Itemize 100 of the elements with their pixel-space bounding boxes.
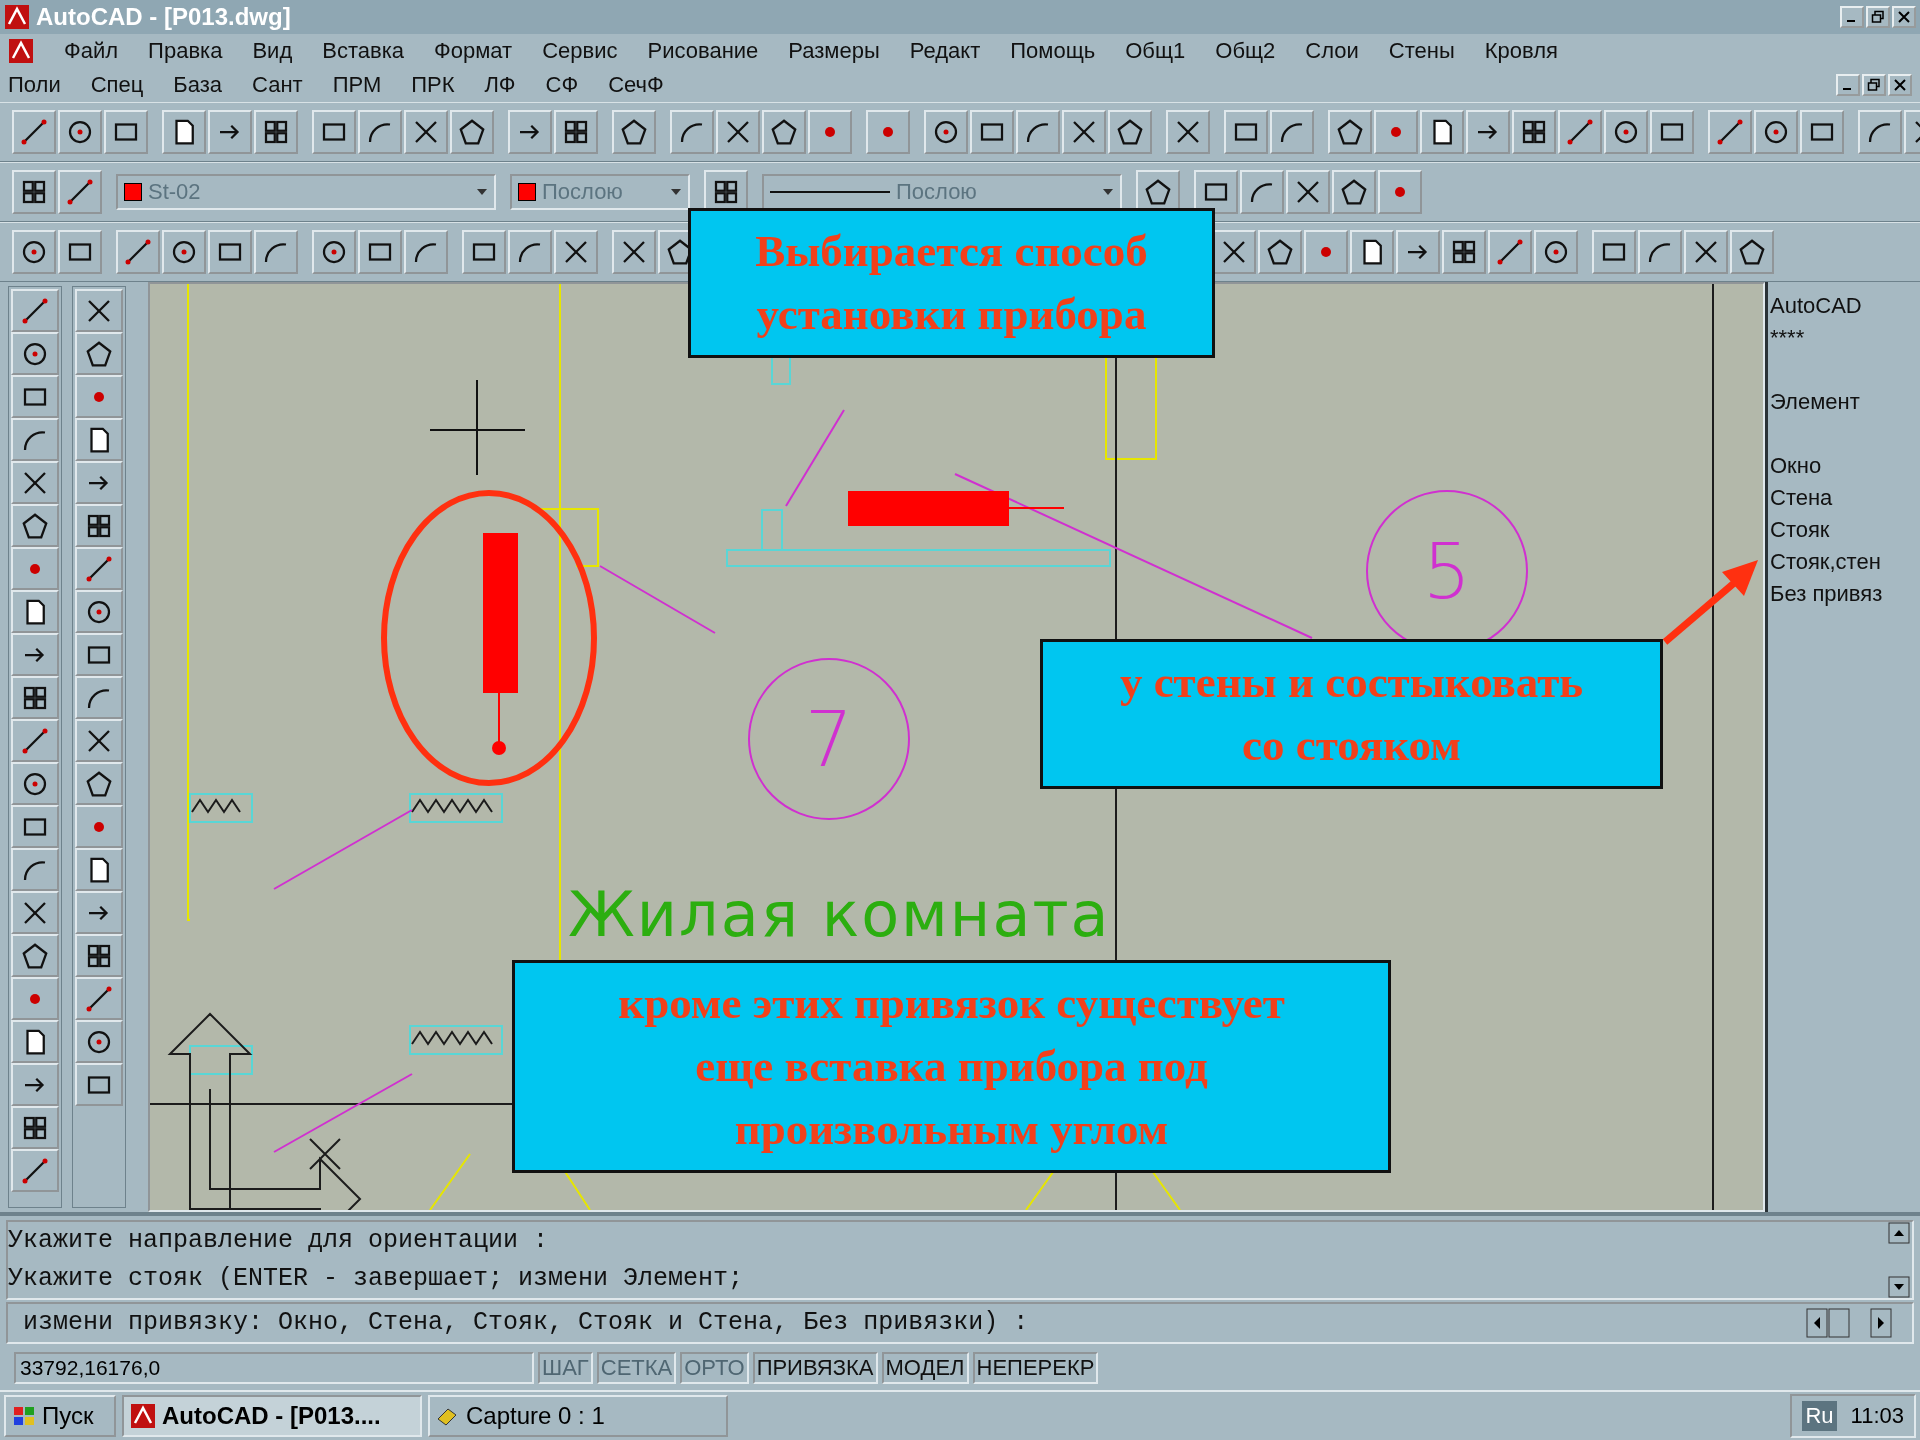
toolbar-button[interactable] (12, 230, 56, 274)
toolbar-button[interactable] (924, 110, 968, 154)
toolbar-button[interactable] (404, 110, 448, 154)
toolbar-button[interactable] (554, 230, 598, 274)
toolbar-button[interactable] (1650, 110, 1694, 154)
toolbar-button[interactable] (1512, 110, 1556, 154)
toolbar-button[interactable] (208, 110, 252, 154)
menu-item[interactable]: Формат (434, 38, 513, 64)
toolbar-button[interactable] (1858, 110, 1902, 154)
toolbar-button[interactable] (612, 110, 656, 154)
status-toggle[interactable]: ПРИВЯЗКА (752, 1351, 878, 1384)
toolbar-button[interactable] (1166, 110, 1210, 154)
toolbar-button[interactable] (11, 762, 59, 805)
toolbar-button[interactable] (11, 1149, 59, 1192)
toolbar-button[interactable] (1466, 110, 1510, 154)
screen-menu-item[interactable]: Стена (1770, 482, 1918, 514)
toolbar-button[interactable] (75, 418, 123, 461)
toolbar-button[interactable] (75, 848, 123, 891)
toolbar-button[interactable] (358, 230, 402, 274)
toolbar-button[interactable] (75, 676, 123, 719)
menu-item[interactable]: База (173, 72, 223, 98)
screen-menu-item[interactable]: AutoCAD (1770, 290, 1918, 322)
taskbar-button[interactable]: AutoCAD - [P013.... (122, 1395, 422, 1437)
toolbar-button[interactable] (11, 934, 59, 977)
toolbar-button[interactable] (75, 934, 123, 977)
toolbar-button[interactable] (970, 110, 1014, 154)
toolbar-button[interactable] (11, 719, 59, 762)
menu-item[interactable]: Вид (252, 38, 293, 64)
menu-item[interactable]: Редакт (909, 38, 981, 64)
toolbar-button[interactable] (75, 719, 123, 762)
menu-item[interactable]: Правка (148, 38, 223, 64)
window-control-button[interactable] (1862, 74, 1886, 96)
menu-item[interactable]: Вставка (322, 38, 404, 64)
toolbar-button[interactable] (208, 230, 252, 274)
menu-item[interactable]: СФ (545, 72, 579, 98)
menu-item[interactable]: Сервис (542, 38, 618, 64)
toolbar-button[interactable] (75, 590, 123, 633)
toolbar-button[interactable] (254, 230, 298, 274)
toolbar-button[interactable] (1332, 170, 1376, 214)
toolbar-button[interactable] (58, 110, 102, 154)
status-toggle[interactable]: МОДЕЛ (881, 1351, 969, 1384)
toolbar-button[interactable] (1488, 230, 1532, 274)
toolbar-button[interactable] (11, 1063, 59, 1106)
scroll-thumb-icon[interactable] (1828, 1308, 1850, 1338)
toolbar-button[interactable] (11, 891, 59, 934)
toolbar-button[interactable] (1224, 110, 1268, 154)
toolbar-button[interactable] (1016, 110, 1060, 154)
toolbar-button[interactable] (762, 110, 806, 154)
toolbar-button[interactable] (11, 1106, 59, 1149)
toolbar-button[interactable] (75, 977, 123, 1020)
toolbar-button[interactable] (11, 590, 59, 633)
window-control-button[interactable] (1836, 74, 1860, 96)
toolbar-button[interactable] (11, 504, 59, 547)
toolbar-button[interactable] (1328, 110, 1372, 154)
window-control-button[interactable] (1892, 6, 1916, 28)
toolbar-button[interactable] (670, 110, 714, 154)
toolbar-button[interactable] (312, 110, 356, 154)
taskbar-button[interactable]: Capture 0 : 1 (428, 1395, 728, 1437)
toolbar-button[interactable] (508, 230, 552, 274)
menu-item[interactable]: СечФ (608, 72, 664, 98)
toolbar-button[interactable] (358, 110, 402, 154)
menu-item[interactable]: Общ2 (1215, 38, 1276, 64)
toolbar-button[interactable] (1258, 230, 1302, 274)
toolbar-button[interactable] (312, 230, 356, 274)
toolbar-button[interactable] (162, 110, 206, 154)
screen-menu-item[interactable]: Окно (1770, 450, 1918, 482)
toolbar-button[interactable] (11, 332, 59, 375)
start-button[interactable]: Пуск (4, 1395, 116, 1437)
scroll-up-icon[interactable] (1888, 1222, 1910, 1244)
toolbar-button[interactable] (1534, 230, 1578, 274)
toolbar-button[interactable] (11, 461, 59, 504)
menu-item[interactable]: ПРМ (332, 72, 382, 98)
status-toggle[interactable]: НЕПЕРЕКР (972, 1351, 1099, 1384)
menu-item[interactable]: Поли (8, 72, 61, 98)
toolbar-button[interactable] (612, 230, 656, 274)
window-control-button[interactable] (1840, 6, 1864, 28)
toolbar-button[interactable] (1270, 110, 1314, 154)
toolbar-button[interactable] (404, 230, 448, 274)
toolbar-button[interactable] (1350, 230, 1394, 274)
toolbar-button[interactable] (75, 762, 123, 805)
toolbar-button[interactable] (1212, 230, 1256, 274)
toolbar-button[interactable] (1396, 230, 1440, 274)
toolbar-button[interactable] (1800, 110, 1844, 154)
toolbar-button[interactable] (1286, 170, 1330, 214)
toolbar-button[interactable] (1240, 170, 1284, 214)
toolbar-button[interactable] (12, 170, 56, 214)
menu-item[interactable]: Файл (64, 38, 119, 64)
toolbar-button[interactable] (508, 110, 552, 154)
scroll-right-icon[interactable] (1870, 1308, 1892, 1338)
menu-item[interactable]: Стены (1388, 38, 1455, 64)
menu-item[interactable]: Сант (252, 72, 303, 98)
language-indicator[interactable]: Ru (1802, 1401, 1837, 1431)
toolbar-button[interactable] (75, 461, 123, 504)
menu-item[interactable]: ЛФ (484, 72, 516, 98)
toolbar-button[interactable] (116, 230, 160, 274)
menu-item[interactable]: ПРК (411, 72, 455, 98)
menu-item[interactable]: Кровля (1484, 38, 1558, 64)
toolbar-button[interactable] (11, 633, 59, 676)
toolbar-button[interactable] (75, 332, 123, 375)
toolbar-button[interactable] (75, 633, 123, 676)
